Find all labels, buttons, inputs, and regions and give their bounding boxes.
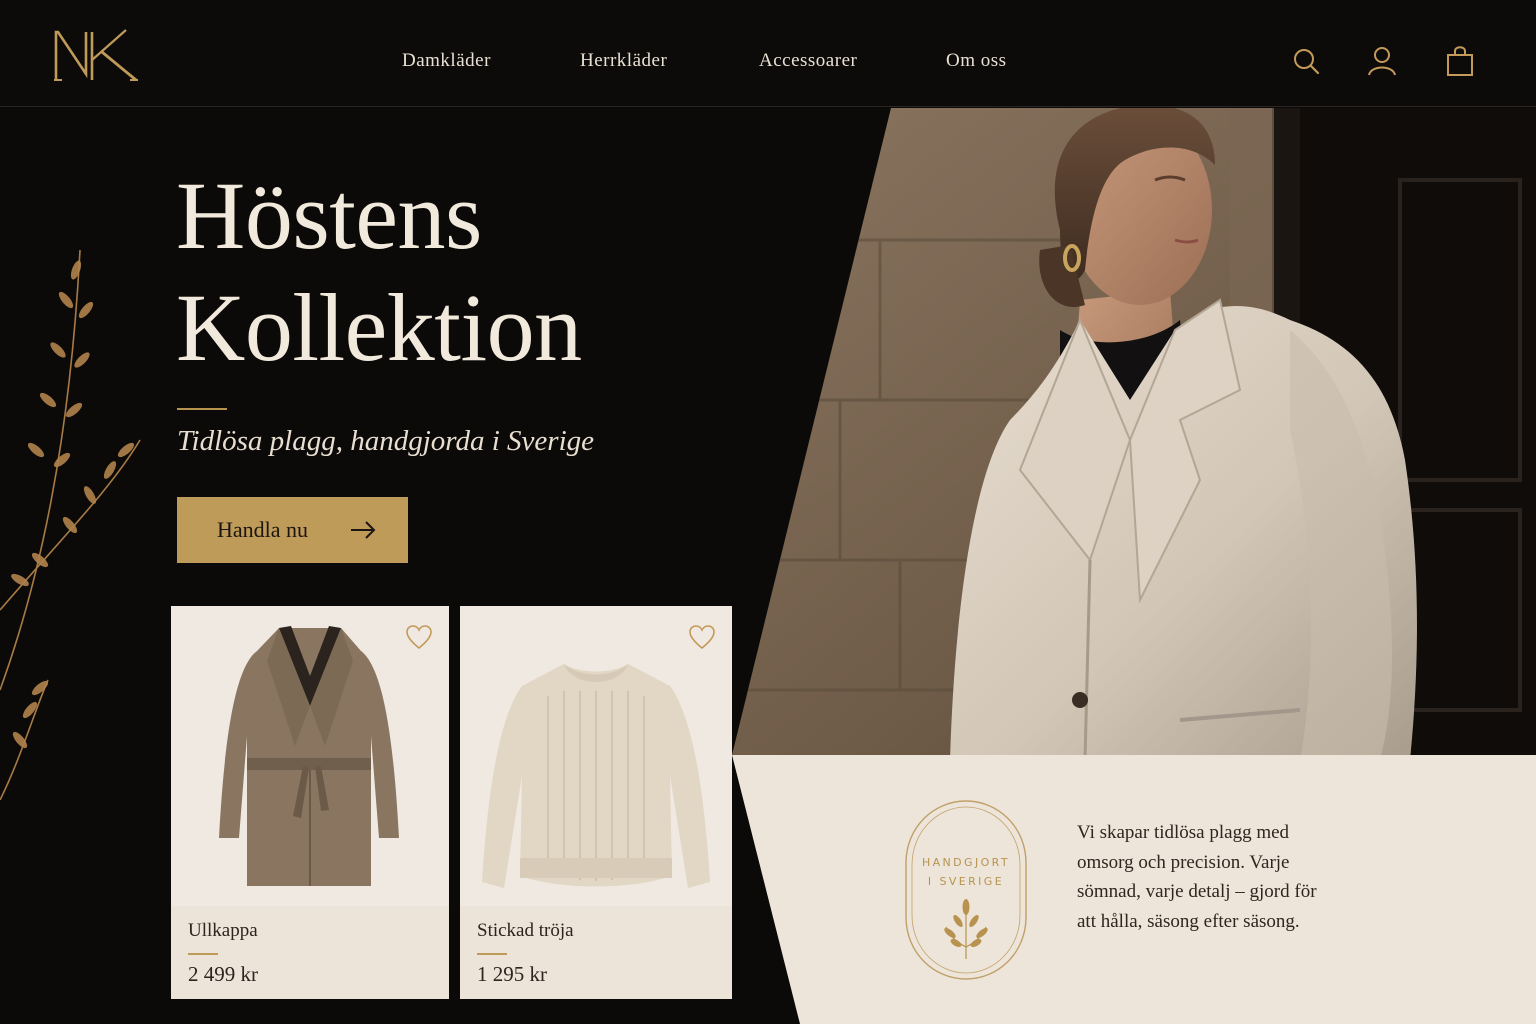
nav-item-damklader[interactable]: Damkläder: [402, 50, 491, 72]
shop-now-label: Handla nu: [217, 517, 309, 542]
about-text: Vi skapar tidlösa plagg med omsorg och p…: [1077, 822, 1317, 932]
hero-title-line-2: Kollektion: [176, 274, 582, 381]
favorite-heart-icon[interactable]: [405, 624, 433, 650]
search-icon[interactable]: [1290, 44, 1322, 78]
decorative-branch-icon: [0, 249, 141, 800]
coat-product-image: [171, 606, 449, 906]
site-header: Damkläder Herrkläder Accessoarer Om oss: [0, 0, 1536, 107]
nav-item-accessoarer[interactable]: Accessoarer: [759, 50, 857, 72]
nav-item-om-oss[interactable]: Om oss: [946, 50, 1007, 72]
account-icon[interactable]: [1366, 44, 1398, 78]
hero-title-line-1: Höstens: [176, 162, 482, 269]
product-divider: [477, 953, 507, 955]
product-price: 2 499 kr: [188, 962, 258, 986]
badge-line-1: HANDGJORT: [921, 856, 1011, 869]
product-card-ullkappa[interactable]: Ullkappa 2 499 kr: [171, 606, 449, 999]
favorite-heart-icon[interactable]: [688, 624, 716, 650]
product-name[interactable]: Ullkappa: [188, 920, 258, 942]
product-divider: [188, 953, 218, 955]
product-name[interactable]: Stickad tröja: [477, 920, 574, 942]
product-card-stickad-troja[interactable]: Stickad tröja 1 295 kr: [460, 606, 732, 999]
sweater-product-image: [460, 606, 732, 906]
hero-subtitle: Tidlösa plagg, handgjorda i Sverige: [177, 425, 595, 457]
hero-title: Höstens Kollektion: [176, 160, 736, 384]
badge-label: HANDGJORT I SVERIGE: [900, 853, 1032, 891]
shop-now-button[interactable]: Handla nu: [177, 497, 408, 563]
product-price: 1 295 kr: [477, 962, 547, 986]
badge-line-2: I SVERIGE: [927, 875, 1005, 888]
arrow-right-icon: [351, 521, 376, 539]
hero-divider: [177, 408, 227, 410]
shopping-bag-icon[interactable]: [1444, 44, 1476, 78]
nav-item-herrklader[interactable]: Herrkläder: [580, 50, 667, 72]
